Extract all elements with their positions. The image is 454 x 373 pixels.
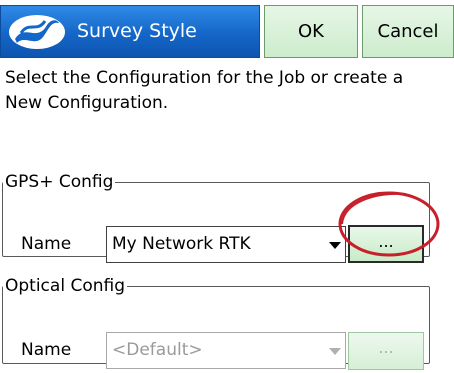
instructions-text: Select the Configuration for the Job or … (5, 68, 404, 113)
optical-name-label: Name (21, 340, 72, 360)
title-bar: Survey Style OK Cancel (0, 0, 454, 60)
optical-config-selected-value: <Default> (112, 340, 203, 360)
cancel-button[interactable]: Cancel (362, 5, 454, 58)
chevron-down-icon (329, 348, 341, 355)
title-area: Survey Style (0, 5, 260, 58)
window-title: Survey Style (77, 20, 197, 42)
gps-name-label: Name (21, 234, 72, 254)
gps-config-legend: GPS+ Config (5, 172, 114, 192)
optical-config-select[interactable]: <Default> (106, 332, 346, 369)
optical-config-legend: Optical Config (5, 276, 125, 296)
ok-button[interactable]: OK (264, 5, 358, 58)
app-logo-icon (9, 15, 65, 49)
gps-config-group: GPS+ Config Name My Network RTK ... (2, 172, 430, 263)
chevron-down-icon (329, 242, 341, 249)
optical-config-browse-button[interactable]: ... (348, 332, 424, 370)
gps-config-selected-value: My Network RTK (112, 234, 251, 254)
gps-config-browse-button[interactable]: ... (348, 225, 424, 263)
optical-config-group: Optical Config Name <Default> ... (2, 276, 430, 370)
gps-config-select[interactable]: My Network RTK (106, 226, 346, 263)
